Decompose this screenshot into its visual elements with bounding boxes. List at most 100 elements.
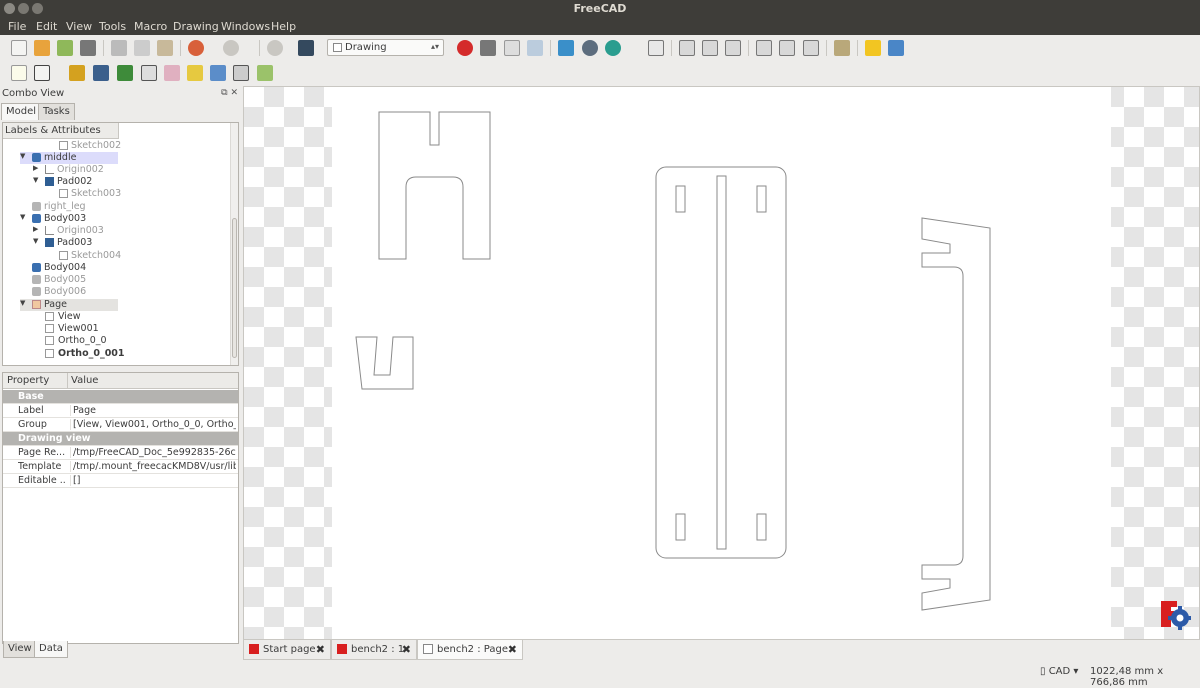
symbol-icon[interactable] [164,65,180,81]
new-drawing-icon[interactable] [11,65,27,81]
tree-header: Labels & Attributes [3,123,119,139]
tab-view[interactable]: View [3,641,37,658]
property-row-group[interactable]: Group [View, View001, Ortho_0_0, Ortho_.… [3,418,238,432]
tree-scrollbar[interactable] [230,123,238,365]
property-row-label[interactable]: Label Page [3,404,238,418]
new-document-icon[interactable] [11,40,27,56]
menu-view[interactable]: View [66,20,92,33]
paste-icon[interactable] [157,40,173,56]
fit-all-icon[interactable] [558,40,574,56]
expand-arrow-icon[interactable]: ▼ [20,299,25,307]
title-bar: FreeCAD [0,0,1200,17]
expand-arrow-icon[interactable]: ▼ [20,152,25,160]
close-tab-icon[interactable]: ✖ [508,643,517,656]
scrollbar-thumb[interactable] [232,218,237,358]
left-view-icon[interactable] [803,40,819,56]
part-view-h-shape [378,111,491,260]
expand-arrow-icon[interactable]: ▼ [20,213,25,221]
menu-edit[interactable]: Edit [36,20,57,33]
measure-icon[interactable] [834,40,850,56]
stop-macro-icon[interactable] [480,40,496,56]
collapse-arrow-icon[interactable]: ▶ [33,164,38,172]
sketch-icon [59,141,68,150]
menu-macro[interactable]: Macro [134,20,167,33]
tab-tasks[interactable]: Tasks [38,103,75,120]
mouse-icon: ▯ [1040,666,1049,677]
clip-icon[interactable] [141,65,157,81]
expand-arrow-icon[interactable]: ▼ [33,176,38,184]
tree-item-middle[interactable]: ▼ middle [20,152,118,164]
tree-item-page[interactable]: ▼ Page [20,299,118,311]
doc-tab-bench2-1[interactable]: bench2 : 1 ✖ [331,640,417,660]
edit-macro-icon[interactable] [504,40,520,56]
navigation-style-selector[interactable]: ▯ CAD ▾ [1040,666,1078,677]
whats-this-icon[interactable] [298,40,314,56]
draw-style-icon[interactable] [605,40,621,56]
save-icon[interactable] [57,40,73,56]
print-icon[interactable] [80,40,96,56]
property-row-editable[interactable]: Editable ... [] [3,474,238,488]
seat-slot-bottom-left [675,513,686,541]
close-tab-icon[interactable]: ✖ [316,643,325,656]
part-icon[interactable] [865,40,881,56]
view-icon [45,324,54,333]
redo-icon[interactable] [223,40,239,56]
tab-model[interactable]: Model [1,103,42,120]
body-icon [32,202,41,211]
projection-icon[interactable] [233,65,249,81]
seat-slot-top-left [675,185,686,213]
sketch-icon [59,251,68,260]
record-macro-icon[interactable] [457,40,473,56]
drawing-canvas[interactable] [243,86,1200,640]
expand-arrow-icon[interactable]: ▼ [33,237,38,245]
menu-help[interactable]: Help [271,20,296,33]
menu-file[interactable]: File [8,20,26,33]
freecad-logo-icon [1160,599,1192,631]
front-view-icon[interactable] [679,40,695,56]
open-icon[interactable] [34,40,50,56]
seat-slot-center [716,175,727,550]
isometric-view-icon[interactable] [648,40,664,56]
copy-icon[interactable] [134,40,150,56]
ortho-views-icon[interactable] [93,65,109,81]
workbench-selector[interactable]: Drawing ▴▾ [327,39,444,56]
body-icon [32,275,41,284]
refresh-icon[interactable] [267,40,283,56]
run-macro-icon[interactable] [527,40,543,56]
menu-tools[interactable]: Tools [99,20,126,33]
top-view-icon[interactable] [702,40,718,56]
seat-slot-bottom-right [756,513,767,541]
panel-float-close-icons[interactable]: ⧉ ✕ [221,88,238,98]
chevron-down-icon: ▾ [1070,666,1079,677]
drawing-sheet[interactable] [332,87,1191,639]
close-tab-icon[interactable]: ✖ [402,643,411,656]
model-tree: Labels & Attributes Sketch002 ▼ middle ▶… [2,122,239,366]
combo-view-title: Combo View [2,88,65,99]
open-browser-icon[interactable] [117,65,133,81]
insert-view-icon[interactable] [69,65,85,81]
spreadsheet-view-icon[interactable] [210,65,226,81]
origin-icon [45,165,54,174]
doc-tab-start-page[interactable]: Start page ✖ [243,640,331,660]
fit-selection-icon[interactable] [582,40,598,56]
freecad-icon [337,644,347,654]
annotation-icon[interactable] [34,65,50,81]
status-bar: ▯ CAD ▾ 1022,48 mm x 766,86 mm [0,662,1200,688]
group-icon[interactable] [888,40,904,56]
menu-windows[interactable]: Windows [221,20,270,33]
property-row-template[interactable]: Template /tmp/.mount_freecacKMD8V/usr/li… [3,460,238,474]
rear-view-icon[interactable] [756,40,772,56]
cut-icon[interactable] [111,40,127,56]
main-toolbar: Drawing ▴▾ [0,35,1200,61]
view-icon [45,312,54,321]
right-view-icon[interactable] [725,40,741,56]
collapse-arrow-icon[interactable]: ▶ [33,225,38,233]
export-page-icon[interactable] [257,65,273,81]
bottom-view-icon[interactable] [779,40,795,56]
menu-drawing[interactable]: Drawing [173,20,219,33]
draft-view-icon[interactable] [187,65,203,81]
undo-icon[interactable] [188,40,204,56]
property-row-page-result[interactable]: Page Re... /tmp/FreeCAD_Doc_5e992835-26c… [3,446,238,460]
doc-tab-bench2-page[interactable]: bench2 : Page ✖ [417,640,523,660]
tab-data[interactable]: Data [34,641,68,658]
